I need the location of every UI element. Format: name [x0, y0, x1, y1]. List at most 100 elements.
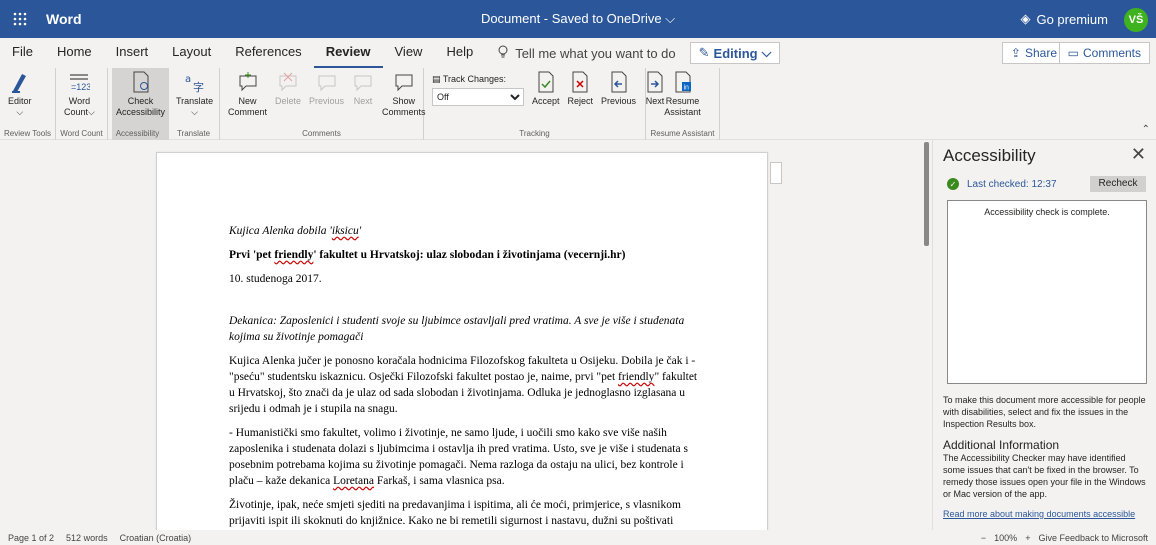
- share-label: Share: [1024, 46, 1057, 60]
- go-premium-label: Go premium: [1036, 11, 1108, 27]
- resume-assistant-label-2: Assistant: [664, 107, 701, 117]
- chevron-down-icon: ⌵: [16, 107, 24, 117]
- lightbulb-icon: [497, 45, 509, 62]
- chevron-down-icon: ⌵: [761, 45, 772, 60]
- editing-label: Editing: [713, 45, 758, 61]
- p1-spelling-error: iksicu: [331, 225, 359, 237]
- tab-view[interactable]: View: [383, 38, 435, 68]
- p2-spelling-error: friendly: [274, 249, 314, 261]
- group-label-comments: Comments: [302, 129, 341, 138]
- app-name[interactable]: Word: [46, 11, 82, 27]
- tab-review[interactable]: Review: [313, 38, 383, 68]
- tab-references[interactable]: References: [223, 38, 313, 68]
- zoom-level[interactable]: 100%: [994, 533, 1017, 543]
- check-accessibility-icon: [130, 70, 152, 94]
- status-left: Page 1 of 2 512 words Croatian (Croatia): [8, 533, 191, 543]
- group-label-review-tools: Review Tools: [4, 129, 51, 138]
- scrollbar-thumb[interactable]: [924, 142, 929, 246]
- comment-icon: ▭: [1067, 46, 1079, 60]
- document-page[interactable]: Kujica Alenka dobila 'iksicu' Prvi 'pet …: [156, 152, 768, 530]
- tab-layout[interactable]: Layout: [160, 38, 223, 68]
- paragraph-6: - Humanistički smo fakultet, volimo i ži…: [229, 425, 699, 489]
- tracking-group: ▤ Track Changes: Off Accept Reject Previ…: [424, 68, 664, 140]
- track-changes-label: ▤ Track Changes:: [432, 74, 524, 85]
- next-comment-icon: [352, 70, 374, 94]
- group-label-accessibility: Accessibility: [115, 129, 160, 138]
- word-count-label-2: Count⌵: [64, 107, 95, 117]
- comments-label: Comments: [1082, 46, 1141, 60]
- check-accessibility-label-1: Check: [127, 96, 154, 106]
- p5-spelling-error: friendly: [618, 371, 655, 383]
- translate-icon: a字: [184, 70, 206, 94]
- tell-me-search[interactable]: Tell me what you want to do: [497, 45, 676, 62]
- translate-group: a字 Translate ⌵ Translate: [168, 68, 220, 140]
- feedback-link[interactable]: Give Feedback to Microsoft: [1038, 533, 1148, 543]
- avatar[interactable]: VŠ: [1124, 8, 1148, 32]
- show-comments-icon: [393, 70, 415, 94]
- track-changes-select[interactable]: Off: [432, 88, 524, 106]
- review-tools-group: Editor ⌵ Review Tools: [0, 68, 56, 140]
- p2-text-a: Prvi 'pet: [229, 249, 275, 261]
- new-comment-label-2: Comment: [228, 107, 268, 117]
- group-label-resume-assistant: Resume Assistant: [650, 129, 715, 138]
- previous-comment-icon: [316, 70, 338, 94]
- new-comment-label-1: New: [238, 96, 257, 106]
- tab-home[interactable]: Home: [45, 38, 104, 68]
- paragraph-4: Dekanica: Zaposlenici i studenti svoje s…: [229, 315, 685, 343]
- ribbon: Editor ⌵ Review Tools =123 Word Count⌵ W…: [0, 68, 1156, 140]
- read-more-link[interactable]: Read more about making documents accessi…: [943, 509, 1135, 519]
- accept-label: Accept: [532, 96, 560, 106]
- group-label-tracking: Tracking: [519, 129, 550, 138]
- resume-assistant-group: in Resume Assistant Resume Assistant: [646, 68, 720, 140]
- last-checked-text: Last checked: 12:37: [967, 178, 1057, 190]
- app-launcher-icon[interactable]: [0, 0, 40, 38]
- zoom-in-button[interactable]: +: [1025, 533, 1030, 543]
- collapse-ribbon-icon[interactable]: ⌃: [1142, 124, 1150, 135]
- p6-text-c: Farkaš, i sama vlasnica psa.: [373, 475, 505, 487]
- track-changes-text: Track Changes:: [442, 74, 507, 84]
- p2-text-c: ' fakultet u Hrvatskoj: ulaz slobodan i …: [313, 249, 626, 261]
- document-title-button[interactable]: Document - Saved to OneDrive ⌵: [481, 11, 675, 26]
- paragraph-3: 10. studenoga 2017.: [229, 273, 322, 285]
- chevron-down-icon: ⌵: [191, 107, 198, 117]
- tab-help[interactable]: Help: [434, 38, 485, 68]
- previous-comment-label: Previous: [309, 96, 345, 106]
- resume-assistant-icon: in: [672, 70, 694, 94]
- document-title-text: Document - Saved to OneDrive: [480, 11, 662, 26]
- page-side-marker: [770, 162, 782, 184]
- document-canvas: Kujica Alenka dobila 'iksicu' Prvi 'pet …: [0, 140, 928, 530]
- tab-file[interactable]: File: [0, 38, 45, 68]
- paragraph-2: Prvi 'pet friendly' fakultet u Hrvatskoj…: [229, 247, 699, 263]
- language-indicator[interactable]: Croatian (Croatia): [120, 533, 192, 543]
- inspection-results-box[interactable]: Accessibility check is complete.: [947, 200, 1147, 384]
- p6-spelling-error: Loretana: [333, 475, 374, 487]
- new-comment-icon: [237, 70, 259, 94]
- go-premium-button[interactable]: ◈ Go premium: [1020, 0, 1108, 38]
- ribbon-tabs: File Home Insert Layout References Revie…: [0, 38, 1156, 68]
- editor-icon: [9, 70, 31, 94]
- comments-group: New Comment Delete Previous Next Show Co…: [220, 68, 426, 140]
- pane-info-text: To make this document more accessible fo…: [943, 395, 1146, 429]
- svg-text:=123: =123: [71, 82, 90, 92]
- word-count[interactable]: 512 words: [66, 533, 108, 543]
- word-count-group: =123 Word Count⌵ Word Count: [56, 68, 108, 140]
- check-accessibility-label-2: Accessibility: [116, 107, 166, 117]
- svg-text:字: 字: [193, 80, 204, 93]
- track-changes-icon: ▤: [432, 74, 441, 84]
- recheck-button[interactable]: Recheck: [1090, 176, 1146, 192]
- show-comments-label-1: Show: [392, 96, 416, 106]
- editing-mode-button[interactable]: ✎ Editing ⌵: [689, 42, 781, 64]
- comments-button[interactable]: ▭ Comments: [1058, 42, 1150, 64]
- share-button[interactable]: ⇪ Share: [1001, 42, 1066, 64]
- check-circle-icon: ✓: [947, 178, 959, 190]
- chevron-down-icon: ⌵: [665, 11, 676, 26]
- status-right: − 100% + Give Feedback to Microsoft: [981, 530, 1148, 545]
- accept-icon: [535, 70, 557, 94]
- editor-label: Editor: [8, 96, 32, 106]
- next-comment-label: Next: [353, 96, 373, 106]
- tab-insert[interactable]: Insert: [104, 38, 161, 68]
- zoom-out-button[interactable]: −: [981, 533, 986, 543]
- reject-icon: [569, 70, 591, 94]
- close-icon[interactable]: ✕: [1131, 144, 1146, 165]
- document-body[interactable]: Kujica Alenka dobila 'iksicu' Prvi 'pet …: [229, 223, 699, 530]
